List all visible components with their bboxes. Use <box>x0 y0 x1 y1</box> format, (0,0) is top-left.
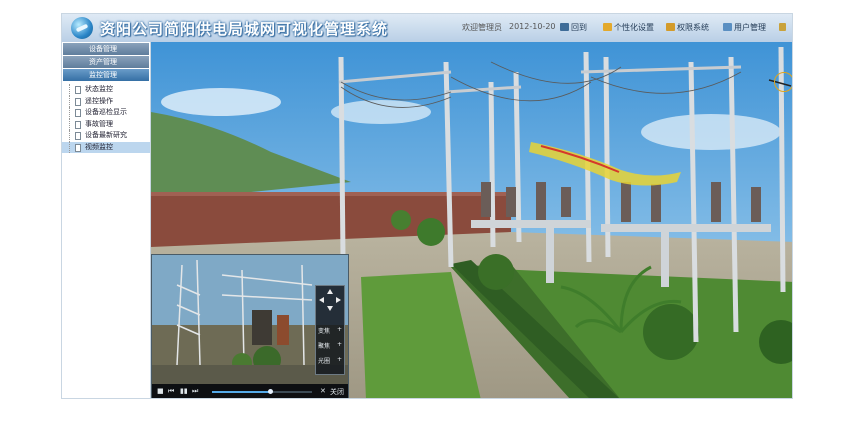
personal-settings-label: 个性化设置 <box>614 22 654 32</box>
sidebar-item-label: 视频监控 <box>85 142 113 151</box>
sidebar-item-status-monitoring[interactable]: 状态监控 <box>62 84 150 96</box>
iris-control[interactable]: 光圈 + <box>318 356 342 365</box>
user-management-button[interactable]: 用户管理 <box>723 20 766 34</box>
video-monitor-panel: 变焦 + 聚焦 + 光圈 + ■ ⏮ ▮▮ ⏭ ✕ 关闭 <box>151 254 349 398</box>
app-window: 资阳公司简阳供电局城网可视化管理系统 欢迎管理员 2012-10-20 回到 个… <box>61 13 793 399</box>
focus-label: 聚焦 <box>318 343 331 350</box>
sidebar-item-video-monitoring[interactable]: 视频监控 <box>62 141 150 153</box>
document-icon <box>75 109 81 117</box>
menu-monitoring-management[interactable]: 监控管理 <box>63 69 149 81</box>
video-progress-fill <box>212 391 270 393</box>
user-management-label: 用户管理 <box>734 22 766 32</box>
document-icon <box>75 120 81 129</box>
video-control-bar: ■ ⏮ ▮▮ ⏭ ✕ 关闭 <box>152 384 348 398</box>
printer-icon <box>560 23 569 31</box>
app-title: 资阳公司简阳供电局城网可视化管理系统 <box>100 20 389 38</box>
back-button[interactable]: 回到 <box>560 20 587 34</box>
ptz-control-panel: 变焦 + 聚焦 + 光圈 + <box>315 285 345 375</box>
permission-system-label: 权限系统 <box>677 22 709 32</box>
document-icon <box>75 132 81 140</box>
personal-settings-button[interactable]: 个性化设置 <box>603 20 654 34</box>
user-icon <box>723 23 732 31</box>
zoom-plus-button[interactable]: + <box>337 326 342 335</box>
header-bar: 资阳公司简阳供电局城网可视化管理系统 欢迎管理员 2012-10-20 回到 个… <box>62 14 792 43</box>
previous-icon[interactable]: ⏮ <box>168 387 174 396</box>
focus-plus-button[interactable]: + <box>337 341 342 350</box>
pause-icon[interactable]: ▮▮ <box>180 387 188 395</box>
document-icon <box>75 97 81 106</box>
document-icon <box>75 86 81 94</box>
sidebar-item-label: 状态监控 <box>85 85 113 93</box>
close-icon[interactable]: ✕ <box>320 387 326 395</box>
menu-asset-management[interactable]: 资产管理 <box>63 56 149 68</box>
stop-icon[interactable]: ■ <box>157 387 164 395</box>
compass-icon[interactable] <box>774 72 792 92</box>
ptz-direction-pad <box>319 289 341 311</box>
sidebar-item-incident[interactable]: 事故管理 <box>62 118 150 130</box>
close-video-button[interactable]: 关闭 <box>330 387 344 397</box>
focus-control[interactable]: 聚焦 + <box>318 341 342 350</box>
exit-button[interactable] <box>779 20 786 34</box>
sidebar-item-label: 遥控操作 <box>85 96 113 105</box>
exit-icon <box>779 23 786 31</box>
pan-down-icon[interactable] <box>327 306 333 311</box>
sidebar-item-label: 事故管理 <box>85 119 113 128</box>
menu-equipment-management[interactable]: 设备管理 <box>63 43 149 55</box>
document-icon <box>75 143 81 152</box>
pan-up-icon[interactable] <box>327 289 333 294</box>
welcome-user: 欢迎管理员 <box>462 23 502 32</box>
next-icon[interactable]: ⏭ <box>192 387 198 396</box>
globe-logo-icon <box>71 17 93 39</box>
iris-plus-button[interactable]: + <box>337 356 342 365</box>
sidebar-item-inspection[interactable]: 设备巡检显示 <box>62 107 150 119</box>
permission-system-button[interactable]: 权限系统 <box>666 20 709 34</box>
iris-label: 光圈 <box>318 358 331 365</box>
pan-left-icon[interactable] <box>319 297 324 303</box>
sidebar-item-research[interactable]: 设备最新研究 <box>62 130 150 142</box>
pan-right-icon[interactable] <box>336 297 341 303</box>
folder-icon <box>603 23 612 31</box>
current-date: 2012-10-20 <box>509 22 556 31</box>
monitoring-submenu: 状态监控 遥控操作 设备巡检显示 事故管理 设备最新研究 视频监控 <box>62 84 150 153</box>
sidebar: 设备管理 资产管理 监控管理 状态监控 遥控操作 设备巡检显示 事故管理 设备最… <box>62 42 151 398</box>
zoom-label: 变焦 <box>318 328 331 335</box>
video-progress-slider[interactable] <box>212 389 312 394</box>
sidebar-item-remote-control[interactable]: 遥控操作 <box>62 95 150 107</box>
zoom-control[interactable]: 变焦 + <box>318 326 342 335</box>
sidebar-item-label: 设备巡检显示 <box>85 108 127 116</box>
back-button-label: 回到 <box>571 22 587 32</box>
video-progress-knob[interactable] <box>268 389 273 394</box>
sidebar-item-label: 设备最新研究 <box>85 131 127 139</box>
key-icon <box>666 23 675 31</box>
